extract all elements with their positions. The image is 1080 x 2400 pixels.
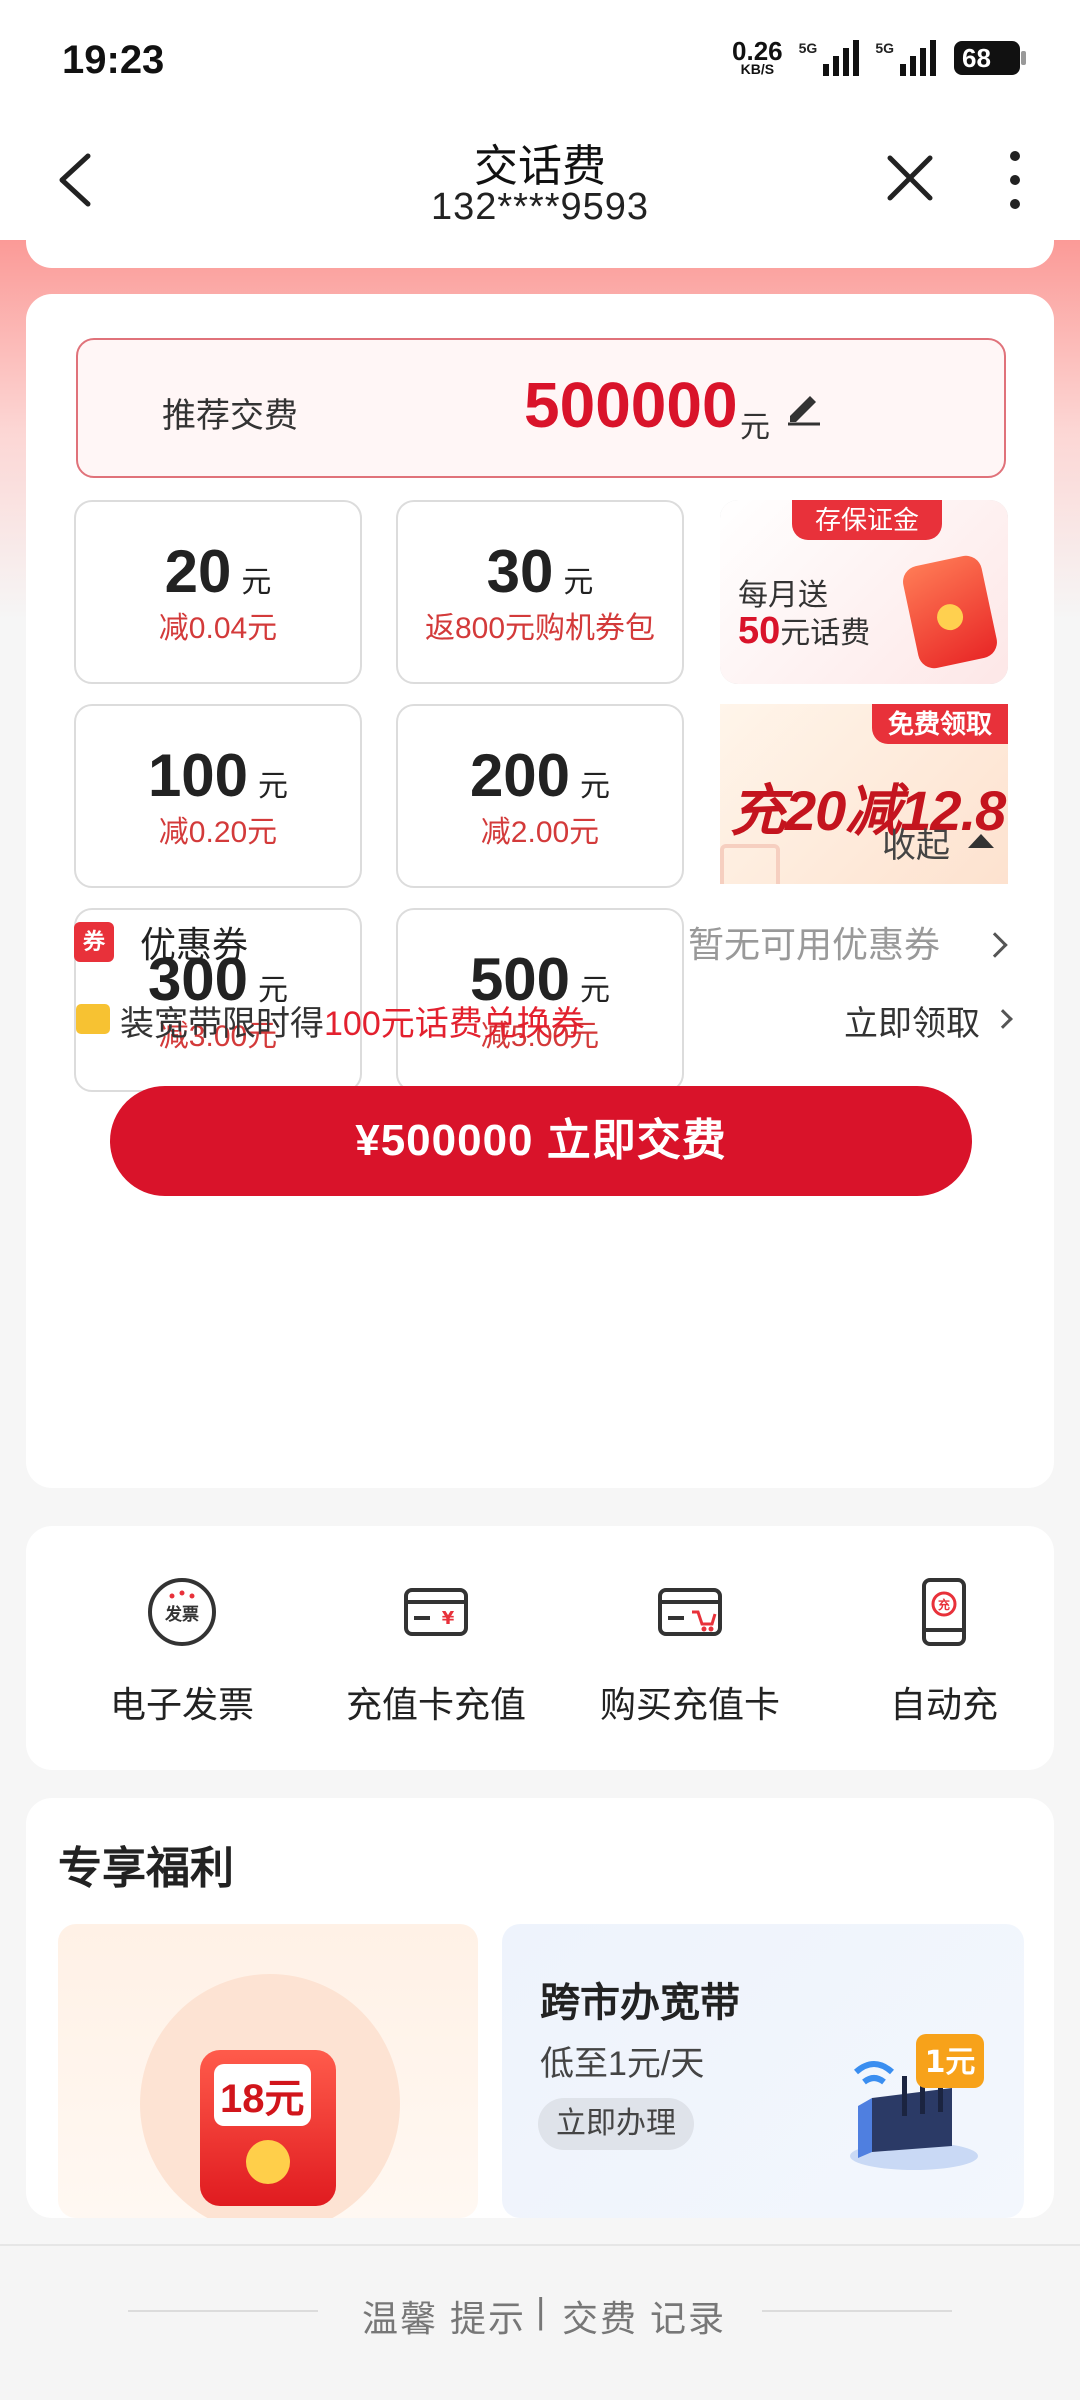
tips-link[interactable]: 温馨 提示 (362, 2290, 526, 2342)
service-label: 购买充值卡 (599, 1684, 780, 1725)
payment-records-link[interactable]: 交费 记录 (562, 2290, 726, 2342)
coupon-icon: 券 (74, 922, 114, 962)
chevron-right-icon[interactable] (982, 932, 1008, 958)
router-icon: 1元 (850, 2034, 984, 2170)
free-claim-tag: 免费领取 (872, 704, 1008, 744)
svg-text:发票: 发票 (164, 1604, 199, 1625)
status-indicators: 0.26 KB/S 5G 5G 68 (732, 38, 1026, 76)
battery-icon: 68 (954, 41, 1026, 75)
collapse-toggle[interactable]: 收起 (882, 818, 950, 867)
apply-now-button[interactable]: 立即办理 (538, 2098, 694, 2150)
divider-line (762, 2310, 952, 2312)
services-card: 发票 电子发票 ¥ 充值卡充值 购买充值卡 充 自动充 (26, 1526, 1054, 1770)
service-label: 充值卡充值 (345, 1684, 526, 1725)
welfare-card: 专享福利 18元 跨市办宽带 低至1元/天 立即办理 1元 (26, 1798, 1054, 2218)
previous-card-edge (26, 232, 1054, 268)
free-claim-promo-tile[interactable]: 免费领取 充20减12.8 (720, 704, 1008, 884)
deposit-highlight: 50 (738, 610, 781, 652)
broadband-promo-highlight: 100元话费兑换券 (324, 1005, 585, 1043)
network-speed: 0.26 KB/S (732, 38, 783, 76)
svg-text:充: 充 (938, 1597, 950, 1612)
service-label: 电子发票 (109, 1684, 254, 1725)
broadband-promo-prefix: 装宽带限时得 (120, 1005, 324, 1043)
chevron-right-icon[interactable] (993, 1009, 1013, 1029)
welfare-title: 专享福利 (58, 1844, 234, 1893)
deposit-tag: 存保证金 (792, 500, 942, 540)
sim1-label: 5G (798, 40, 818, 56)
close-icon[interactable] (880, 148, 940, 208)
status-time: 19:23 (62, 38, 165, 82)
recharge-card-icon: ¥ (404, 1588, 468, 1636)
deposit-line2-rest: 元话费 (780, 617, 871, 650)
invoice-icon: 发票 (148, 1578, 216, 1646)
sim2-label: 5G (875, 40, 894, 56)
payment-card-content: 存保证金 每月送 50元话费 免费领取 充20减12.8 收起 券 优惠券 暂无… (26, 294, 1054, 1488)
service-buy-card[interactable]: 购买充值卡 (590, 1526, 790, 1770)
separator: | (536, 2290, 546, 2331)
red-envelope-badge: 18元 (214, 2064, 311, 2126)
more-menu-icon[interactable] (998, 148, 1032, 212)
red-envelope-icon: 18元 (200, 2050, 336, 2206)
red-packet-icon (900, 552, 1000, 672)
broadband-title: 跨市办宽带 (540, 1981, 740, 2025)
broadband-promo-text: 装宽带限时得100元话费兑换券 (120, 996, 585, 1045)
welfare-red-packet-card[interactable]: 18元 (58, 1924, 478, 2218)
service-auto-recharge[interactable]: 充 自动充 (844, 1526, 1044, 1770)
deposit-promo-tile[interactable]: 存保证金 每月送 50元话费 (720, 500, 1008, 684)
free-claim-text: 充20减12.8 (730, 779, 1006, 842)
coin-icon (246, 2140, 290, 2184)
nav-bar: 交话费 132****9593 (0, 120, 1080, 240)
status-bar: 19:23 0.26 KB/S 5G 5G 68 (0, 0, 1080, 120)
gift-icon (720, 844, 780, 884)
welfare-broadband-card[interactable]: 跨市办宽带 低至1元/天 立即办理 1元 (502, 1924, 1024, 2218)
broadband-subtitle: 低至1元/天 (540, 2045, 705, 2083)
divider-line (128, 2310, 318, 2312)
service-e-invoice[interactable]: 发票 电子发票 (82, 1526, 282, 1770)
caret-up-icon[interactable] (968, 834, 994, 848)
broadband-badge: 1元 (925, 2045, 976, 2080)
coupon-label[interactable]: 优惠券 (140, 916, 248, 968)
auto-recharge-icon: 充 (922, 1578, 966, 1646)
wallet-icon (76, 1004, 110, 1034)
svg-text:¥: ¥ (442, 1608, 455, 1629)
bottom-links-bar: 温馨 提示 | 交费 记录 (0, 2244, 1080, 2400)
deposit-line2: 50元话费 (738, 608, 870, 653)
buy-card-icon (658, 1588, 722, 1636)
service-label: 自动充 (889, 1684, 998, 1725)
coupon-status[interactable]: 暂无可用优惠券 (688, 916, 940, 968)
pay-now-button[interactable]: ¥500000 立即交费 (110, 1086, 972, 1196)
signal-icon: 5G (799, 40, 860, 76)
claim-now-link[interactable]: 立即领取 (844, 996, 980, 1045)
service-card-recharge[interactable]: ¥ 充值卡充值 (336, 1526, 536, 1770)
signal-icon-2: 5G (875, 40, 936, 76)
